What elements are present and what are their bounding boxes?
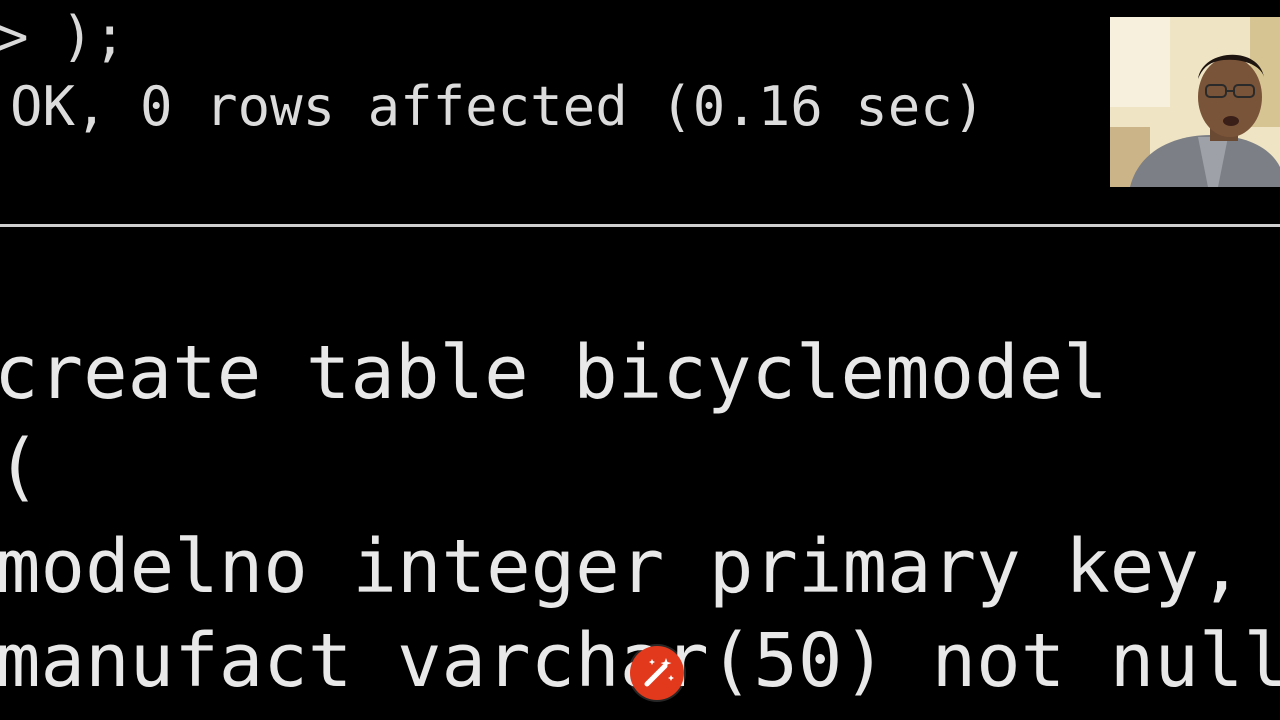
sql-line-modelno: modelno integer primary key, <box>0 524 1244 610</box>
sql-line-open-paren: ( <box>0 424 41 510</box>
console-result-line: OK, 0 rows affected (0.16 sec) <box>10 75 986 138</box>
console-previous-line: > ); <box>0 5 127 68</box>
webcam-overlay <box>1110 17 1280 187</box>
webcam-presenter-icon <box>1110 17 1280 187</box>
sql-line-create-table: create table bicyclemodel <box>0 330 1108 416</box>
magic-wand-cursor <box>630 646 684 700</box>
magic-wand-icon <box>644 658 674 687</box>
terminal-screen: > ); OK, 0 rows affected (0.16 sec) crea… <box>0 0 1280 720</box>
zoom-divider <box>0 224 1280 227</box>
